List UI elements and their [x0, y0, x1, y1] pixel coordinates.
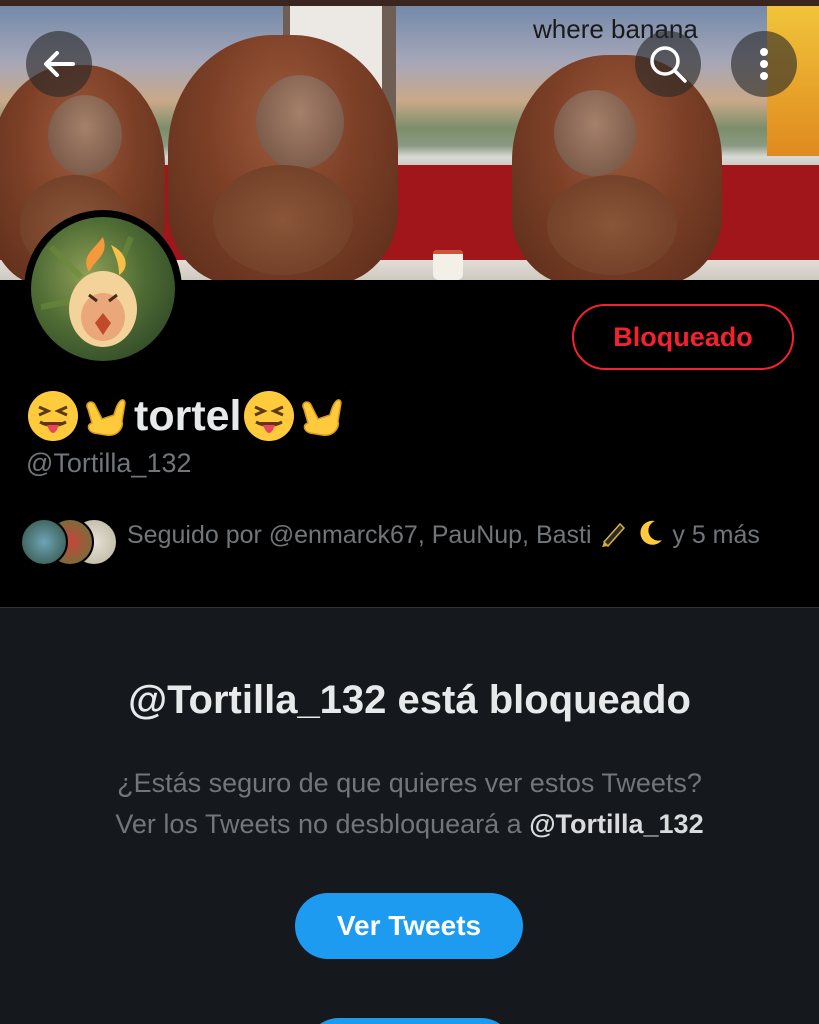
followed-by-text: Seguido por @enmarck67, PauNup, Basti y … [127, 516, 760, 568]
follower-avatars [20, 516, 120, 568]
crescent-moon-emoji-icon [635, 518, 665, 548]
banner-mug [433, 250, 463, 280]
avatar-image [31, 217, 175, 361]
orangutan-right [512, 55, 722, 280]
call-me-hand-emoji-icon [296, 389, 350, 443]
display-name-text: tortel [134, 391, 242, 440]
blocked-description: ¿Estás seguro de que quieres ver estos T… [40, 763, 779, 845]
display-name: tortel [26, 386, 350, 446]
search-icon [650, 46, 687, 83]
profile-handle: @Tortilla_132 [26, 448, 192, 478]
avatar-character-icon [40, 235, 137, 347]
blocked-description-line1: ¿Estás seguro de que quieres ver estos T… [117, 768, 702, 798]
avatar[interactable] [24, 210, 182, 368]
blocked-title: @Tortilla_132 está bloqueado [128, 678, 691, 722]
banner-edge [0, 0, 819, 6]
arrow-left-icon [44, 51, 75, 77]
orangutan-middle [168, 35, 398, 280]
squinting-tongue-emoji-icon [242, 389, 296, 443]
follower-avatar [20, 518, 68, 566]
blocked-description-line2: Ver los Tweets no desbloqueará a [115, 809, 522, 839]
call-me-hand-emoji-icon [80, 389, 134, 443]
view-tweets-button[interactable]: Ver Tweets [295, 893, 523, 959]
squinting-tongue-emoji-icon [26, 389, 80, 443]
followed-by-row[interactable]: Seguido por @enmarck67, PauNup, Basti y … [20, 516, 800, 568]
blocked-description-handle: @Tortilla_132 [529, 809, 704, 839]
blocked-button[interactable]: Bloqueado [572, 304, 794, 370]
more-vertical-icon [760, 48, 768, 80]
more-options-button[interactable] [731, 31, 797, 97]
search-button[interactable] [635, 31, 701, 97]
partially-visible-button[interactable] [306, 1018, 514, 1024]
pen-emoji-icon [598, 518, 628, 548]
blocked-notice: @Tortilla_132 está bloqueado ¿Estás segu… [0, 607, 819, 1024]
back-button[interactable] [26, 31, 92, 97]
